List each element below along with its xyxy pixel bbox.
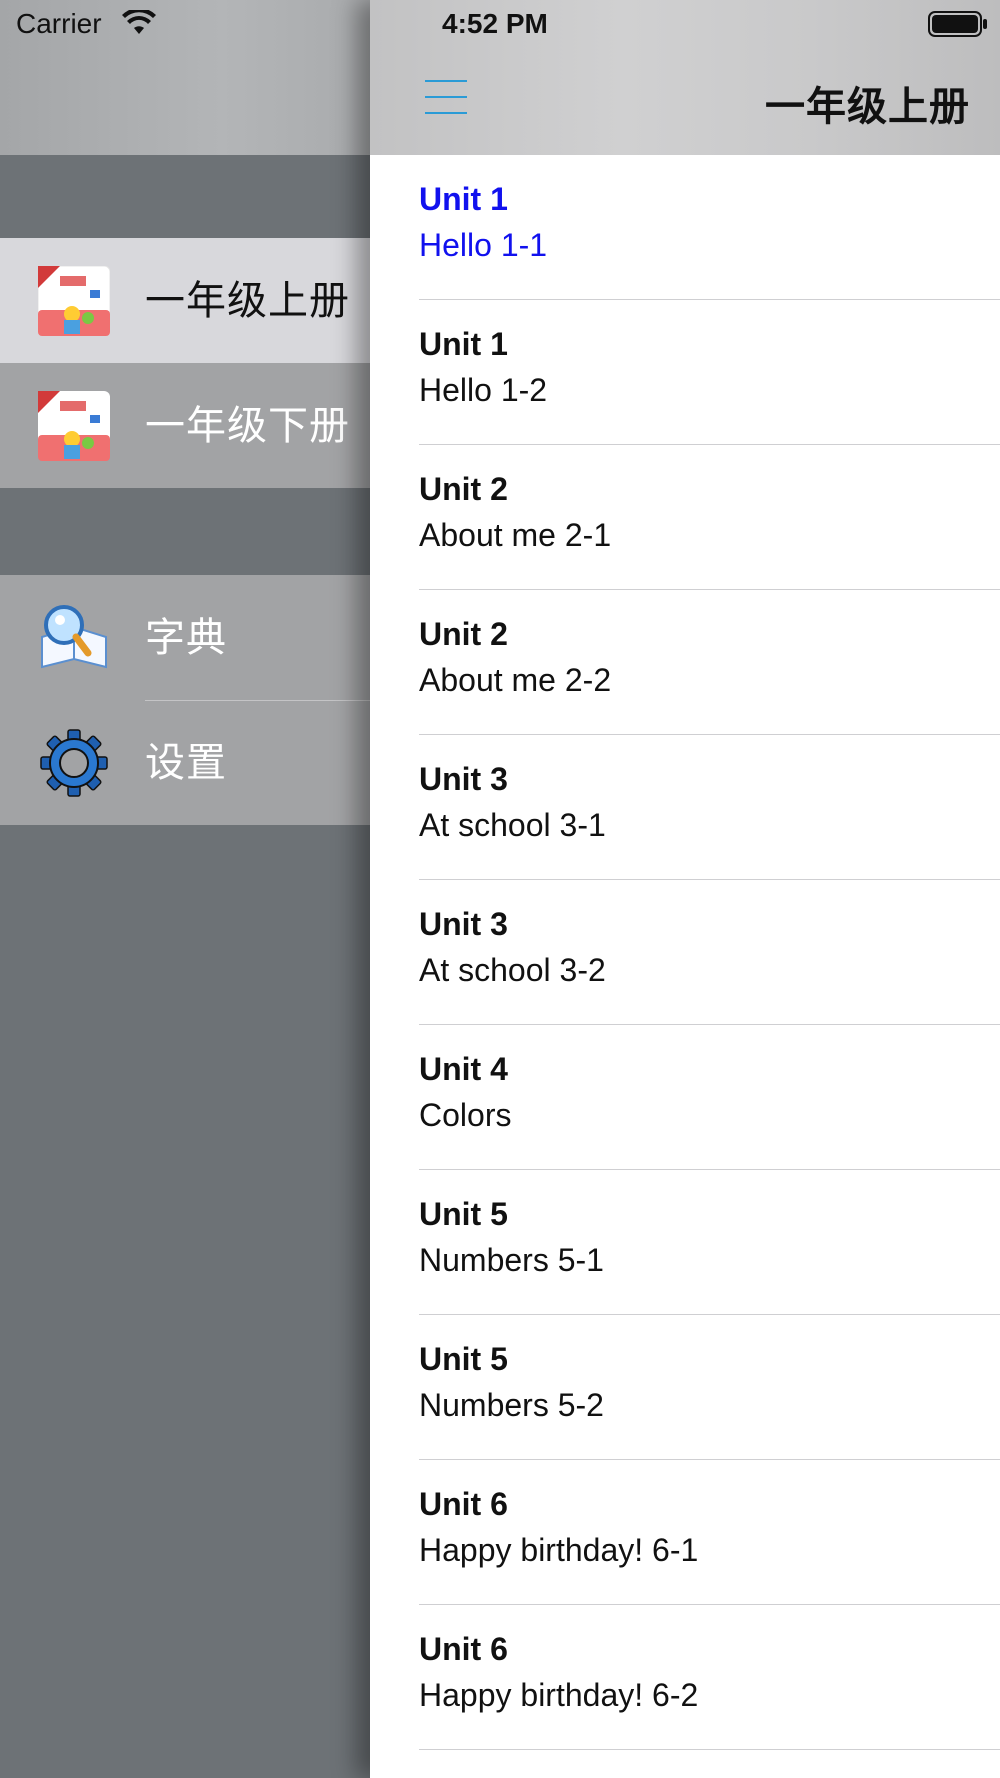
lesson-title-label: Hello 1-2: [419, 372, 548, 408]
lesson-list: Unit 1 Hello 1-1 Unit 1 Hello 1-2 Unit 2 Abou…: [370, 155, 1000, 1750]
tools-menu-group: 字典 设置: [0, 575, 370, 825]
lesson-title-label: At school 3-2: [419, 952, 606, 988]
app-window: Carrier 4:52 PM 一年级上册 一年级下册 字典 设置 一年级上册 …: [0, 0, 1000, 1778]
lesson-row[interactable]: Unit 3 At school 3-1: [370, 735, 1000, 880]
sidebar-item-label: 字典: [145, 616, 227, 660]
clock: 4:52 PM: [442, 8, 548, 39]
lesson-row[interactable]: Unit 3 At school 3-2: [370, 880, 1000, 1025]
battery-icon: [928, 11, 987, 37]
lesson-row[interactable]: Unit 6 Happy birthday! 6-1: [370, 1460, 1000, 1605]
lesson-title-label: About me 2-1: [419, 517, 612, 553]
lesson-unit-label: Unit 6: [419, 1631, 508, 1667]
dictionary-magnifier-icon: [41, 605, 107, 669]
lesson-unit-label: Unit 5: [419, 1196, 508, 1232]
main-panel: 一年级上册 Unit 1 Hello 1-1 Unit 1 Hello 1-2 Unit…: [370, 0, 1000, 1778]
lesson-unit-label: Unit 5: [419, 1341, 508, 1377]
lesson-unit-label: Unit 1: [419, 181, 508, 217]
lesson-row[interactable]: Unit 1 Hello 1-1: [370, 155, 1000, 300]
lesson-title-label: Numbers 5-2: [419, 1387, 604, 1423]
sidebar-menu: 一年级上册 一年级下册 字典 设置: [0, 0, 370, 1778]
lesson-row[interactable]: Unit 2 About me 2-2: [370, 590, 1000, 735]
sidebar-item-label: 一年级上册: [145, 279, 350, 323]
lesson-row[interactable]: Unit 4 Colors: [370, 1025, 1000, 1170]
lesson-title-label: At school 3-1: [419, 807, 606, 843]
sidebar-item-label: 设置: [145, 741, 227, 785]
carrier-label: Carrier: [16, 8, 102, 39]
menu-divider: [145, 700, 370, 701]
gear-icon: [40, 729, 108, 797]
sidebar-item-dictionary[interactable]: 字典: [0, 575, 370, 700]
wifi-icon: [122, 10, 156, 34]
textbook-cover-icon: [38, 391, 110, 461]
lesson-unit-label: Unit 4: [419, 1051, 508, 1087]
lesson-row[interactable]: Unit 5 Numbers 5-2: [370, 1315, 1000, 1460]
lesson-unit-label: Unit 6: [419, 1486, 508, 1522]
lesson-title-label: Happy birthday! 6-2: [419, 1677, 699, 1713]
lesson-row[interactable]: Unit 6 Happy birthday! 6-2: [370, 1605, 1000, 1750]
sidebar-item-grade1-volume2[interactable]: 一年级下册: [0, 363, 370, 488]
lesson-unit-label: Unit 3: [419, 761, 508, 797]
status-bar: Carrier 4:52 PM: [0, 0, 1000, 50]
lesson-unit-label: Unit 2: [419, 616, 508, 652]
row-divider: [419, 1749, 1000, 1750]
lesson-title-label: About me 2-2: [419, 662, 612, 698]
textbook-cover-icon: [38, 266, 110, 336]
page-title: 一年级上册: [765, 85, 970, 129]
lesson-row[interactable]: Unit 5 Numbers 5-1: [370, 1170, 1000, 1315]
lesson-unit-label: Unit 1: [419, 326, 508, 362]
lesson-unit-label: Unit 3: [419, 906, 508, 942]
lesson-row[interactable]: Unit 2 About me 2-1: [370, 445, 1000, 590]
lesson-title-label: Hello 1-1: [419, 227, 548, 263]
sidebar-item-grade1-volume1[interactable]: 一年级上册: [0, 238, 370, 363]
lesson-title-label: Colors: [419, 1097, 512, 1133]
sidebar-item-settings[interactable]: 设置: [0, 700, 370, 825]
lesson-row[interactable]: Unit 1 Hello 1-2: [370, 300, 1000, 445]
lesson-unit-label: Unit 2: [419, 471, 508, 507]
lesson-title-label: Happy birthday! 6-1: [419, 1532, 699, 1568]
lesson-title-label: Numbers 5-1: [419, 1242, 604, 1278]
sidebar-item-label: 一年级下册: [145, 404, 350, 448]
hamburger-menu-icon[interactable]: [425, 80, 467, 116]
book-menu-group: 一年级上册 一年级下册: [0, 238, 370, 488]
